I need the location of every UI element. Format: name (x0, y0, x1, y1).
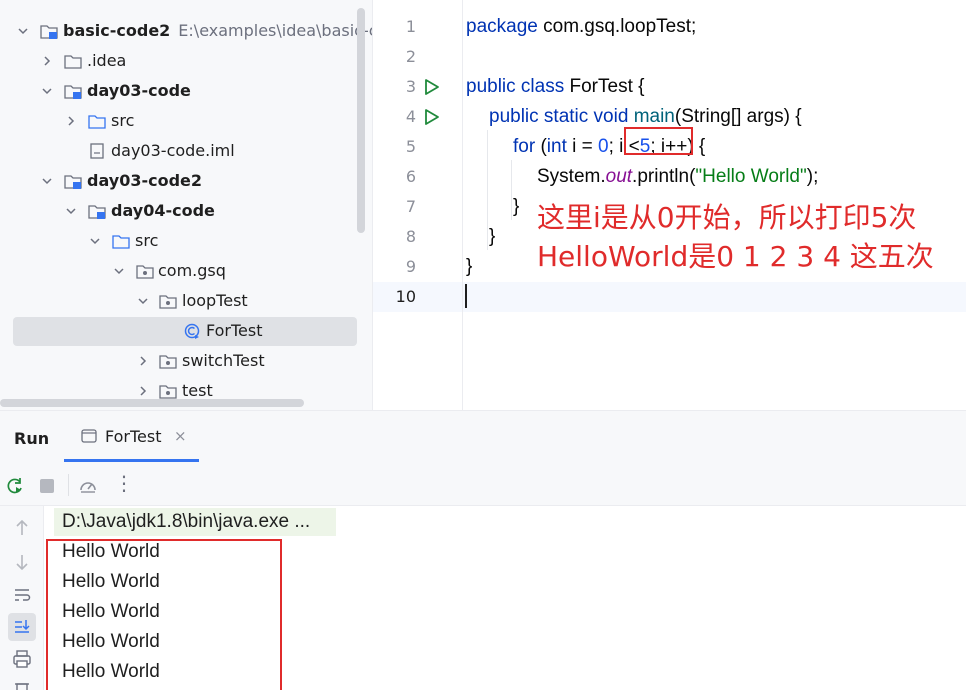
chevron-down-icon[interactable] (137, 295, 149, 307)
tree-item-com-gsq[interactable]: com.gsq (0, 256, 373, 286)
tree-item-src[interactable]: src (0, 106, 373, 136)
more-options-icon[interactable]: ⋮ (114, 472, 134, 494)
line-number: 1 (405, 17, 416, 36)
java-class-icon (184, 323, 200, 339)
chevron-down-icon[interactable] (113, 265, 125, 277)
tree-item-day03-code[interactable]: day03-code (0, 76, 373, 106)
text-caret (465, 284, 467, 308)
output-highlight-box (46, 539, 282, 690)
console-command-line[interactable]: D:\Java\jdk1.8\bin\java.exe ... (62, 507, 310, 537)
chevron-down-icon[interactable] (41, 85, 53, 97)
code-line-7[interactable]: } (513, 192, 519, 222)
indent-guide (487, 130, 488, 250)
tree-item-label: src (135, 231, 159, 250)
run-tab-label: ForTest (105, 427, 162, 446)
package-icon (159, 295, 177, 309)
module-folder-icon (88, 205, 106, 219)
soft-wrap-icon[interactable] (12, 585, 32, 605)
line-number: 4 (405, 107, 416, 126)
line-number: 6 (405, 167, 416, 186)
source-folder-icon (112, 235, 130, 249)
code-line-3[interactable]: public class ForTest { (466, 72, 644, 102)
chevron-down-icon[interactable] (89, 235, 101, 247)
line-number: 8 (405, 227, 416, 246)
chevron-down-icon[interactable] (65, 205, 77, 217)
iml-file-icon (90, 143, 104, 159)
chevron-right-icon[interactable] (65, 115, 77, 127)
close-tab-icon[interactable]: × (174, 427, 187, 445)
line-number: 3 (405, 77, 416, 96)
run-class-icon[interactable] (423, 78, 441, 96)
indent-guide (511, 160, 512, 220)
code-line-9[interactable]: } (466, 252, 472, 282)
module-folder-icon (64, 175, 82, 189)
annotation-line-1: 这里i是从0开始，所以打印5次 (537, 201, 917, 234)
tree-horizontal-scrollbar[interactable] (0, 399, 304, 407)
arrow-up-icon[interactable] (12, 518, 32, 538)
rerun-icon[interactable] (5, 476, 25, 496)
tree-item-looptest[interactable]: loopTest (0, 286, 373, 316)
line-number: 5 (405, 137, 416, 156)
run-main-icon[interactable] (423, 108, 441, 126)
tree-item-label: .idea (87, 51, 127, 70)
project-tool-window: basic-code2E:\examples\idea\basic-code2 … (0, 0, 373, 410)
line-number: 7 (405, 197, 416, 216)
package-icon (159, 385, 177, 399)
tree-item-label: switchTest (182, 351, 265, 370)
tree-item-switchtest[interactable]: switchTest (0, 346, 373, 376)
line-number: 9 (405, 257, 416, 276)
chevron-right-icon[interactable] (41, 55, 53, 67)
console-icon (81, 429, 97, 443)
code-line-8[interactable]: } (489, 222, 495, 252)
tree-item-path: E:\examples\idea\basic-code2 (178, 21, 373, 40)
tree-item-label: com.gsq (158, 261, 226, 280)
tree-item-basic-code2[interactable]: basic-code2E:\examples\idea\basic-code2 (0, 16, 373, 46)
chevron-down-icon[interactable] (41, 175, 53, 187)
tree-item-src[interactable]: src (0, 226, 373, 256)
tree-item-day04-code[interactable]: day04-code (0, 196, 373, 226)
run-toolbar (0, 462, 966, 506)
arrow-down-icon[interactable] (12, 552, 32, 572)
tree-item-label: day03-code.iml (111, 141, 235, 160)
tree-item-fortest[interactable]: ForTest (0, 316, 373, 346)
condition-highlight-box (624, 127, 693, 155)
tree-item-label: day03-code (87, 81, 191, 100)
scroll-to-end-icon[interactable] (12, 617, 32, 637)
toolbar-separator (68, 474, 69, 496)
tree-item-label: ForTest (206, 321, 263, 340)
stop-icon[interactable] (37, 476, 57, 496)
tree-item-label: basic-code2E:\examples\idea\basic-code2 (63, 16, 373, 46)
code-line-6[interactable]: System.out.println("Hello World"); (537, 162, 818, 192)
annotation-line-2: HelloWorld是0 1 2 3 4 这五次 (537, 240, 934, 273)
tree-item-day03-code2[interactable]: day03-code2 (0, 166, 373, 196)
module-folder-icon (40, 25, 58, 39)
line-number: 2 (405, 47, 416, 66)
print-icon[interactable] (12, 649, 32, 669)
tree-item-label: day04-code (111, 201, 215, 220)
gutter-separator (462, 0, 463, 410)
tree-vertical-scrollbar[interactable] (357, 8, 365, 233)
run-title: Run (14, 429, 50, 448)
tree-item-idea[interactable]: .idea (0, 46, 373, 76)
chevron-right-icon[interactable] (137, 385, 149, 397)
tree-item-label: day03-code2 (87, 171, 203, 190)
chevron-right-icon[interactable] (137, 355, 149, 367)
clear-all-icon[interactable] (12, 680, 32, 690)
chevron-down-icon[interactable] (17, 25, 29, 37)
tree-item-label: loopTest (182, 291, 248, 310)
profiler-icon[interactable] (78, 476, 98, 496)
package-icon (136, 265, 154, 279)
tree-item-iml-file[interactable]: day03-code.iml (0, 136, 373, 166)
line-number: 10 (395, 287, 416, 306)
package-icon (159, 355, 177, 369)
folder-icon (64, 55, 82, 69)
source-folder-icon (88, 115, 106, 129)
code-line-1[interactable]: package com.gsq.loopTest; (466, 12, 696, 42)
module-folder-icon (64, 85, 82, 99)
tree-item-label: src (111, 111, 135, 130)
